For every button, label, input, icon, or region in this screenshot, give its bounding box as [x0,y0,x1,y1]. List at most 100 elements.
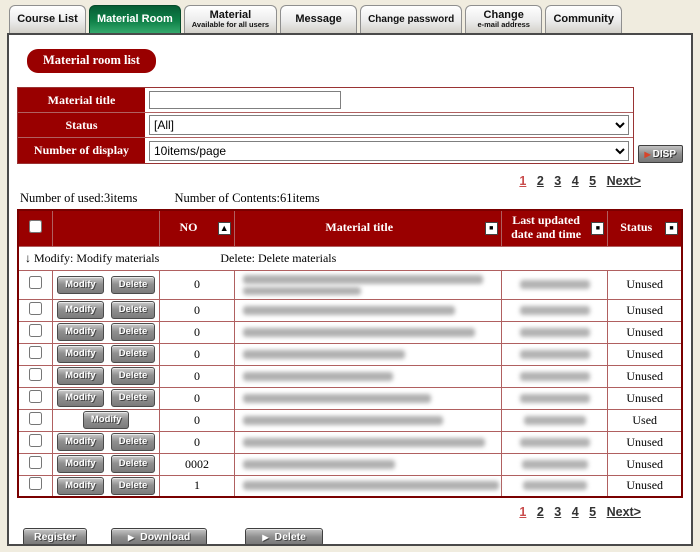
modify-button[interactable]: Modify [57,301,104,319]
blurred-material-title[interactable] [242,481,499,491]
row-checkbox[interactable] [29,367,43,381]
material-title-cell[interactable] [233,386,502,410]
table-row: Modify Delete 0 Unused [17,320,683,344]
page-link-4[interactable]: 4 [572,505,579,519]
sort-box-icon[interactable]: ■ [591,221,605,235]
blurred-material-title[interactable] [242,459,395,469]
number-of-used: Number of used:3items [20,191,138,205]
row-checkbox[interactable] [29,411,43,425]
material-title-cell[interactable] [233,269,502,300]
material-title-cell[interactable] [233,408,502,432]
page-link-5[interactable]: 5 [589,505,596,519]
delete-selected-button[interactable]: ▶ Delete [245,528,324,544]
tab-course-list[interactable]: Course List [9,5,86,33]
content-panel: Material room list Material title Status… [7,33,693,546]
row-checkbox[interactable] [29,477,43,491]
modify-button[interactable]: Modify [82,411,130,429]
blurred-date [522,481,587,491]
page-link-5[interactable]: 5 [589,174,596,188]
modify-button[interactable]: Modify [57,345,104,363]
row-checkbox[interactable] [29,433,43,447]
row-no: 0 [159,430,235,454]
items-per-page-select[interactable]: 10items/page [149,140,629,161]
material-room-page: Course List Material Room Material Avail… [0,0,700,552]
modify-button[interactable]: Modify [57,476,104,495]
tab-label: Change [483,8,524,21]
material-title-cell[interactable] [233,342,502,366]
modify-button[interactable]: Modify [57,389,104,407]
blurred-material-title[interactable] [242,305,455,315]
page-link-current: 1 [519,174,527,188]
search-row-display: Number of display 10items/page [18,138,633,163]
select-all-checkbox[interactable] [29,219,43,233]
modify-button[interactable]: Modify [57,367,104,385]
delete-button[interactable]: Delete [110,275,156,294]
blurred-material-title[interactable] [242,371,393,381]
sort-box-icon[interactable]: ■ [484,221,498,235]
row-checkbox[interactable] [29,389,43,403]
page-link-4[interactable]: 4 [572,174,579,188]
sort-asc-icon[interactable]: ▲ [217,221,231,235]
register-label: Register [34,531,77,543]
blurred-date [519,349,590,359]
blurred-material-title[interactable] [242,286,361,295]
blurred-material-title[interactable] [242,274,483,284]
tab-change-email[interactable]: Change e-mail address [465,5,543,33]
row-no: 0 [159,298,235,322]
table-header-row: NO ▲ Material title ■ Last updated date … [17,209,683,247]
modify-button[interactable]: Modify [57,275,104,294]
page-link-next[interactable]: Next> [607,174,641,188]
delete-button[interactable]: Delete [110,476,156,495]
delete-button[interactable]: Delete [110,389,156,407]
tab-sublabel: e-mail address [477,19,530,29]
page-link-2[interactable]: 2 [537,174,544,188]
tab-message[interactable]: Message [280,5,358,33]
blurred-material-title[interactable] [242,437,485,447]
material-title-cell[interactable] [233,430,502,454]
modify-button[interactable]: Modify [57,433,104,451]
blurred-material-title[interactable] [242,327,475,337]
row-checkbox[interactable] [29,301,43,315]
blurred-material-title[interactable] [242,415,443,425]
page-link-next[interactable]: Next> [607,505,641,519]
material-title-cell[interactable] [233,298,502,322]
page-link-3[interactable]: 3 [554,174,561,188]
last-updated-header-label: Last updated date and time [511,213,582,242]
material-title-input[interactable] [149,91,341,109]
sort-box-icon[interactable]: ■ [665,221,678,235]
tab-community[interactable]: Community [545,5,623,33]
delete-button[interactable]: Delete [110,323,156,341]
disp-button[interactable]: ▶ DISP [637,145,683,163]
delete-button[interactable]: Delete [110,301,156,319]
delete-button[interactable]: Delete [110,433,156,451]
tab-material[interactable]: Material Available for all users [183,5,278,33]
tab-label: Message [295,13,342,25]
search-form: Material title Status [All] Number of di… [17,87,683,164]
delete-button[interactable]: Delete [110,345,156,363]
row-no: 1 [159,474,235,498]
material-title-cell[interactable] [233,364,502,388]
tab-material-room[interactable]: Material Room [89,5,181,33]
row-checkbox[interactable] [29,276,43,289]
delete-button[interactable]: Delete [110,455,156,473]
blurred-date [519,393,590,403]
status-select[interactable]: [All] [149,115,629,135]
material-title-cell[interactable] [233,320,502,344]
page-link-3[interactable]: 3 [554,505,561,519]
register-button[interactable]: Register [23,528,88,544]
material-title-cell[interactable] [233,474,502,498]
page-link-2[interactable]: 2 [537,505,544,519]
table-row: Modify Delete 0 Unused [17,430,683,454]
tab-change-password[interactable]: Change password [360,5,463,33]
material-title-cell[interactable] [233,452,502,476]
row-checkbox[interactable] [29,455,43,469]
modify-button[interactable]: Modify [57,455,104,473]
row-checkbox[interactable] [29,323,43,337]
row-status: Unused [607,474,683,498]
modify-button[interactable]: Modify [57,323,104,341]
delete-button[interactable]: Delete [110,367,156,385]
blurred-material-title[interactable] [242,349,405,359]
blurred-material-title[interactable] [242,393,431,403]
row-checkbox[interactable] [29,345,43,359]
download-button[interactable]: ▶ Download [111,528,208,544]
